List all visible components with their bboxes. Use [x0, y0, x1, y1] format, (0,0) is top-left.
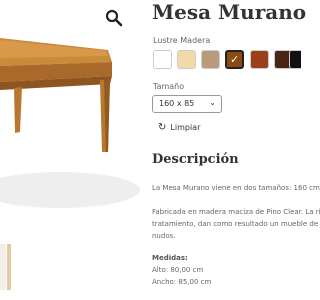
swatch-natural-pine[interactable] — [177, 50, 196, 69]
reset-link[interactable]: ↻ Limpiar — [158, 122, 200, 133]
description-line-2: tratamiento, dan como resultado un muebl… — [152, 220, 319, 228]
description-line-3: nudos. — [152, 232, 176, 240]
thumbnail-strip[interactable] — [0, 242, 14, 292]
table-photo — [0, 38, 140, 208]
description-line-1: Fabricada en madera maciza de Pino Clear… — [152, 208, 320, 216]
checkmark-icon: ✓ — [230, 53, 240, 66]
size-select[interactable]: 160 x 85 ⌄ — [152, 95, 222, 113]
color-label: Lustre Madera — [153, 36, 211, 45]
swatch-cherry[interactable] — [250, 50, 269, 69]
product-image[interactable] — [0, 0, 140, 300]
measure-width: Ancho: 85,00 cm — [152, 278, 212, 286]
measures-label: Medidas: — [152, 254, 188, 262]
size-select-value: 160 x 85 — [159, 99, 195, 108]
description-intro: La Mesa Murano viene en dos tamaños: 160… — [152, 184, 320, 192]
swatch-white[interactable] — [153, 50, 172, 69]
description-heading: Descripción — [152, 152, 239, 167]
size-label: Tamaño — [153, 82, 185, 91]
product-title: Mesa Murano — [152, 0, 307, 24]
refresh-icon: ↻ — [158, 122, 167, 133]
chevron-down-icon: ⌄ — [209, 98, 216, 107]
measure-height: Alto: 80,00 cm — [152, 266, 204, 274]
magnifier-icon[interactable] — [104, 8, 124, 28]
swatch-oak-selected[interactable]: ✓ — [225, 50, 244, 69]
swatch-black[interactable] — [289, 50, 301, 69]
reset-label: Limpiar — [170, 123, 201, 132]
swatch-grey-wood[interactable] — [201, 50, 220, 69]
